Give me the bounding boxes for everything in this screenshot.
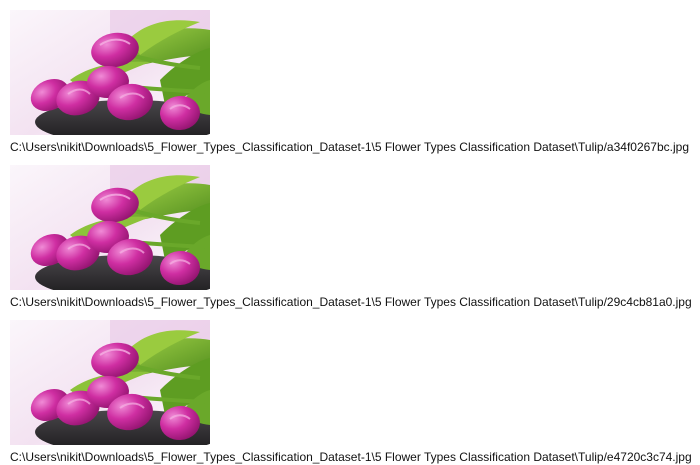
tulip-image <box>10 320 210 445</box>
image-entry: C:\Users\nikit\Downloads\5_Flower_Types_… <box>10 10 700 155</box>
file-path-caption: C:\Users\nikit\Downloads\5_Flower_Types_… <box>10 295 692 309</box>
image-entry: C:\Users\nikit\Downloads\5_Flower_Types_… <box>10 320 700 465</box>
file-path-caption: C:\Users\nikit\Downloads\5_Flower_Types_… <box>10 450 692 464</box>
tulip-image <box>10 165 210 290</box>
image-entry: C:\Users\nikit\Downloads\5_Flower_Types_… <box>10 165 700 310</box>
file-path-caption: C:\Users\nikit\Downloads\5_Flower_Types_… <box>10 140 689 154</box>
tulip-image <box>10 10 210 135</box>
